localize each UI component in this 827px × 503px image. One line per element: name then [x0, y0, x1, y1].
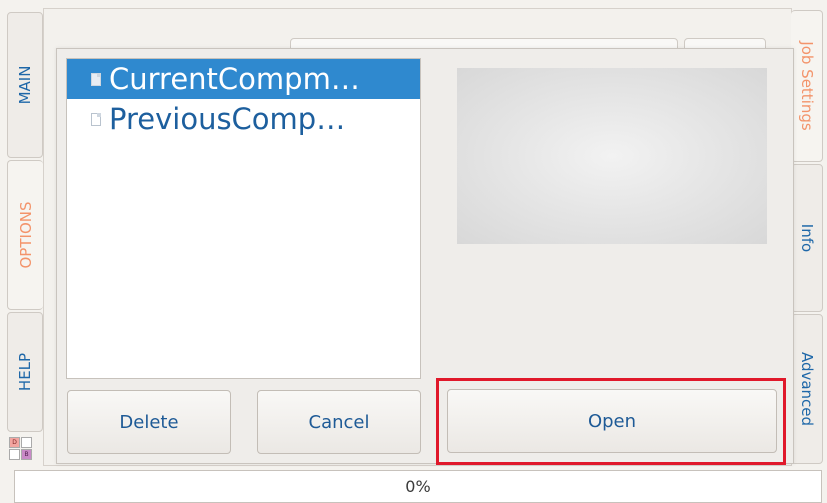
tab-job-settings-label: Job Settings	[797, 41, 816, 131]
document-filled-icon	[91, 72, 101, 86]
delete-button-label: Delete	[119, 411, 179, 433]
badge-d: D	[9, 437, 20, 448]
tab-options-label: OPTIONS	[16, 201, 35, 269]
tab-main-label: MAIN	[16, 65, 34, 105]
tab-advanced[interactable]: Advanced	[791, 314, 823, 464]
tab-options[interactable]: OPTIONS	[7, 160, 43, 310]
cancel-button-label: Cancel	[308, 411, 370, 433]
status-indicator: D B	[9, 437, 33, 463]
badge-empty-bottom	[9, 449, 20, 460]
tab-info[interactable]: Info	[791, 164, 823, 312]
tab-help-label: HELP	[16, 352, 34, 392]
file-list[interactable]: CurrentCompm… PreviousComp…	[66, 58, 421, 379]
list-item[interactable]: PreviousComp…	[67, 99, 420, 139]
badge-empty-top	[21, 437, 32, 448]
list-item[interactable]: CurrentCompm…	[67, 59, 420, 99]
tab-help[interactable]: HELP	[7, 312, 43, 432]
badge-b: B	[21, 449, 32, 460]
cancel-button[interactable]: Cancel	[257, 390, 421, 454]
tab-advanced-label: Advanced	[798, 351, 816, 427]
progress-bar: 0%	[14, 470, 822, 503]
tab-job-settings[interactable]: Job Settings	[791, 10, 823, 162]
tab-info-label: Info	[798, 223, 816, 253]
list-item-label: PreviousComp…	[109, 102, 346, 136]
list-item-label: CurrentCompm…	[109, 62, 360, 96]
file-preview	[457, 68, 767, 244]
delete-button[interactable]: Delete	[67, 390, 231, 454]
open-button-highlight	[436, 378, 786, 465]
document-outline-icon	[91, 112, 101, 126]
tab-main[interactable]: MAIN	[7, 12, 43, 158]
progress-text: 0%	[405, 477, 431, 496]
